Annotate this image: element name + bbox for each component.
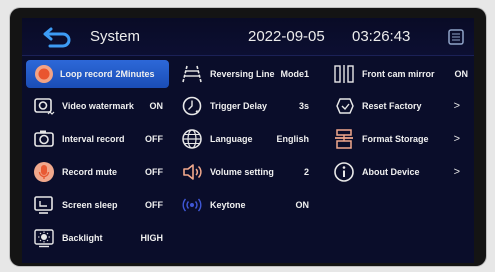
volume-setting-label: Volume setting xyxy=(210,167,274,177)
menu-item-video-watermark[interactable]: Video watermark ON xyxy=(26,92,169,120)
trigger-delay-value: 3s xyxy=(298,101,309,111)
menu-item-trigger-delay[interactable]: Trigger Delay 3s xyxy=(174,92,317,120)
menu-item-keytone[interactable]: Keytone ON xyxy=(174,191,317,219)
screen-sleep-value: OFF xyxy=(145,200,163,210)
menu-item-front-cam-mirror[interactable]: Front cam mirror ON xyxy=(326,60,472,88)
menu-item-interval-record[interactable]: Interval record OFF xyxy=(26,125,169,153)
reset-factory-icon xyxy=(332,94,356,118)
chevron-right-icon: > xyxy=(453,100,460,112)
time-display: 03:26:43 xyxy=(352,28,411,45)
language-value: English xyxy=(276,134,309,144)
info-icon xyxy=(332,160,356,184)
record-mute-value: OFF xyxy=(145,167,163,177)
menu-item-screen-sleep[interactable]: Screen sleep OFF xyxy=(26,191,169,219)
video-watermark-value: ON xyxy=(149,101,164,111)
keytone-value: ON xyxy=(295,200,310,210)
menu-item-language[interactable]: Language English xyxy=(174,125,317,153)
video-watermark-label: Video watermark xyxy=(62,101,134,111)
about-device-label: About Device xyxy=(362,167,420,177)
backlight-icon xyxy=(32,226,56,250)
page-title: System xyxy=(90,28,141,45)
language-label: Language xyxy=(210,134,253,144)
interval-record-value: OFF xyxy=(145,134,163,144)
date-display: 2022-09-05 xyxy=(248,28,325,45)
menu-item-volume-setting[interactable]: Volume setting 2 xyxy=(174,158,317,186)
interval-record-icon xyxy=(32,127,56,151)
trigger-delay-label: Trigger Delay xyxy=(210,101,268,111)
record-mute-label: Record mute xyxy=(62,167,118,177)
microphone-icon xyxy=(32,160,56,184)
trigger-delay-icon xyxy=(180,94,204,118)
menu-item-reversing-line[interactable]: Reversing Line Mode1 xyxy=(174,60,317,88)
mirror-icon xyxy=(332,62,356,86)
loop-record-value: 2Minutes xyxy=(115,69,155,79)
menu-item-reset-factory[interactable]: Reset Factory > xyxy=(326,92,472,120)
reversing-line-icon xyxy=(180,62,204,86)
menu-item-record-mute[interactable]: Record mute OFF xyxy=(26,158,169,186)
front-cam-mirror-label: Front cam mirror xyxy=(362,69,435,79)
volume-setting-value: 2 xyxy=(303,167,309,177)
reversing-line-label: Reversing Line xyxy=(210,69,275,79)
system-settings-screen: System 2022-09-05 03:26:43 Loop record 2… xyxy=(22,18,474,263)
keytone-icon xyxy=(180,193,204,217)
watermark-icon xyxy=(32,94,56,118)
globe-icon xyxy=(180,127,204,151)
chevron-right-icon: > xyxy=(453,133,460,145)
keytone-label: Keytone xyxy=(210,200,246,210)
backlight-value: HIGH xyxy=(140,233,164,243)
menu-item-about-device[interactable]: About Device > xyxy=(326,158,472,186)
header-bar: System 2022-09-05 03:26:43 xyxy=(22,18,474,56)
menu-item-format-storage[interactable]: Format Storage > xyxy=(326,125,472,153)
back-arrow-icon[interactable] xyxy=(42,26,74,48)
loop-record-label: Loop record xyxy=(60,69,113,79)
backlight-label: Backlight xyxy=(62,233,103,243)
reversing-line-value: Mode1 xyxy=(280,69,309,79)
menu-item-loop-record[interactable]: Loop record 2Minutes xyxy=(26,60,169,88)
front-cam-mirror-value: ON xyxy=(454,69,469,79)
chevron-right-icon: > xyxy=(453,166,460,178)
screen-sleep-label: Screen sleep xyxy=(62,200,118,210)
volume-icon xyxy=(180,160,204,184)
sd-card-icon xyxy=(448,29,464,45)
loop-record-icon xyxy=(32,62,56,86)
format-storage-icon xyxy=(332,127,356,151)
format-storage-label: Format Storage xyxy=(362,134,429,144)
reset-factory-label: Reset Factory xyxy=(362,101,422,111)
interval-record-label: Interval record xyxy=(62,134,125,144)
screen-sleep-icon xyxy=(32,193,56,217)
menu-item-backlight[interactable]: Backlight HIGH xyxy=(26,224,169,252)
